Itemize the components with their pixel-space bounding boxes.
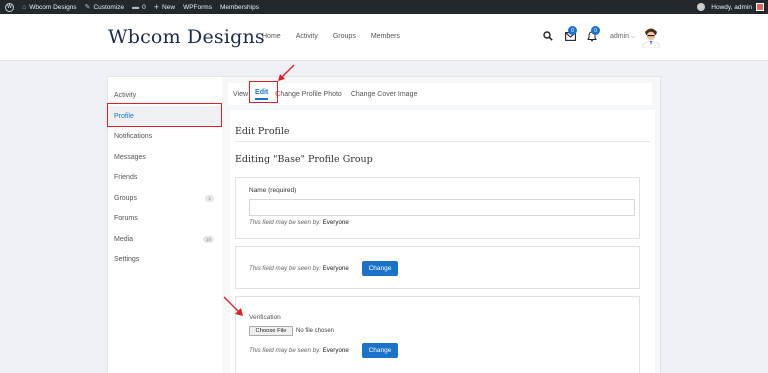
admin-bar-howdy[interactable]: Howdy, admin: [711, 4, 752, 11]
sidebar-item-media[interactable]: Media 10: [108, 229, 222, 249]
sidebar-item-label: Settings: [114, 255, 140, 263]
visibility-prefix: This field may be seen by:: [249, 219, 321, 226]
search-icon[interactable]: [543, 31, 553, 41]
subnav-change-profile-photo[interactable]: Change Profile Photo: [275, 91, 342, 98]
site-logo[interactable]: Wbcom Designs: [108, 26, 265, 48]
sidebar-item-friends[interactable]: Friends: [108, 167, 222, 187]
admin-bar-memberships[interactable]: Memberships: [216, 0, 263, 14]
sidebar-item-messages[interactable]: Messages: [108, 147, 222, 167]
change-verification-visibility-button[interactable]: Change: [362, 343, 398, 358]
edit-profile-heading: Edit Profile: [235, 126, 290, 137]
wordpress-logo-icon[interactable]: W: [5, 2, 14, 12]
site-header: Wbcom Designs Home Activity Groups Membe…: [0, 14, 768, 61]
messages-badge: 0: [568, 26, 577, 35]
admin-bar-site-name[interactable]: Wbcom Designs: [29, 4, 76, 11]
sidebar-item-label: Notifications: [114, 132, 153, 140]
visibility-value: Everyone: [322, 347, 349, 354]
subnav-view[interactable]: View: [233, 91, 248, 98]
divider: [235, 141, 650, 142]
name-visibility-text: This field may be seen by: Everyone: [249, 219, 349, 226]
sidebar-item-label: Forums: [114, 214, 138, 222]
nav-home[interactable]: Home: [262, 33, 281, 40]
name-fieldset: Name (required) This field may be seen b…: [235, 177, 640, 239]
profile-main: View Edit Change Profile Photo Change Co…: [222, 77, 660, 373]
visibility-value: Everyone: [322, 265, 349, 272]
nav-activity[interactable]: Activity: [296, 33, 318, 40]
admin-bar-avatar[interactable]: [756, 3, 764, 11]
user-avatar[interactable]: [641, 26, 661, 48]
admin-bar-comments[interactable]: ▬ 0: [128, 0, 150, 14]
admin-bar-new[interactable]: + New: [150, 0, 179, 14]
second-fieldset: This field may be seen by: Everyone Chan…: [235, 246, 640, 289]
annotation-box-profile: [107, 103, 222, 127]
no-file-chosen-text: No file chosen: [296, 328, 335, 334]
annotation-arrow-verification: [223, 296, 243, 316]
verification-visibility-text: This field may be seen by: Everyone: [249, 347, 349, 354]
chevron-down-icon: ⌵: [631, 34, 635, 40]
media-count-badge: 10: [202, 235, 214, 243]
choose-file-button[interactable]: Choose File: [249, 326, 293, 336]
annotation-arrow-edit: [278, 64, 295, 81]
wp-admin-bar: W ⌂ Wbcom Designs ✎ Customize ▬ 0 + New …: [0, 0, 768, 14]
home-icon: ⌂: [22, 3, 27, 11]
admin-bar-memberships-label[interactable]: Memberships: [220, 4, 259, 11]
admin-bar-wpforms[interactable]: WPForms: [179, 0, 216, 14]
admin-bar-wpforms-label[interactable]: WPForms: [183, 4, 212, 11]
sidebar-item-activity[interactable]: Activity: [108, 85, 222, 105]
sidebar-item-label: Activity: [114, 91, 137, 99]
verification-label: Verification: [249, 314, 281, 321]
admin-bar-new-label[interactable]: New: [162, 4, 175, 11]
name-field-input[interactable]: [249, 199, 635, 216]
admin-bar-customize[interactable]: ✎ Customize: [81, 0, 129, 14]
visibility-value: Everyone: [322, 219, 349, 226]
main-nav: Home Activity Groups Members: [262, 33, 415, 40]
sidebar-item-label: Messages: [114, 153, 146, 161]
profile-subnav: View Edit Change Profile Photo Change Co…: [228, 83, 652, 105]
visibility-prefix: This field may be seen by:: [249, 265, 321, 272]
sidebar-item-label: Groups: [114, 194, 137, 202]
comment-icon: ▬: [132, 3, 140, 11]
sidebar-item-label: Media: [114, 235, 134, 243]
sidebar-item-forums[interactable]: Forums: [108, 208, 222, 228]
plus-icon: +: [153, 1, 160, 12]
admin-bar-customize-label[interactable]: Customize: [93, 4, 124, 11]
admin-bar-circle-icon[interactable]: [697, 3, 706, 11]
notifications-badge: 0: [591, 26, 600, 35]
brush-icon: ✎: [84, 3, 91, 11]
sidebar-item-label: Friends: [114, 173, 138, 181]
name-field-label: Name (required): [249, 187, 297, 194]
visibility-prefix: This field may be seen by:: [249, 347, 321, 354]
sidebar-item-settings[interactable]: Settings: [108, 249, 222, 269]
verification-fieldset: Verification Choose File No file chosen …: [235, 296, 640, 373]
admin-bar-comments-count[interactable]: 0: [142, 4, 146, 11]
admin-bar-home-icon[interactable]: ⌂ Wbcom Designs: [18, 0, 81, 14]
groups-count-badge: 1: [205, 194, 214, 202]
user-menu-label[interactable]: admin: [610, 33, 629, 40]
profile-group-heading: Editing "Base" Profile Group: [235, 154, 373, 165]
sidebar-item-notifications[interactable]: Notifications: [108, 126, 222, 146]
change-visibility-button[interactable]: Change: [362, 261, 398, 276]
annotation-box-edit: [249, 81, 278, 103]
nav-groups[interactable]: Groups: [333, 33, 356, 40]
sidebar-item-groups[interactable]: Groups 1: [108, 188, 222, 208]
nav-members[interactable]: Members: [371, 33, 400, 40]
edit-profile-panel: Edit Profile Editing "Base" Profile Grou…: [230, 110, 655, 373]
second-visibility-text: This field may be seen by: Everyone: [249, 265, 349, 272]
user-menu[interactable]: admin ⌵: [610, 33, 635, 40]
subnav-change-cover-image[interactable]: Change Cover Image: [351, 91, 418, 98]
